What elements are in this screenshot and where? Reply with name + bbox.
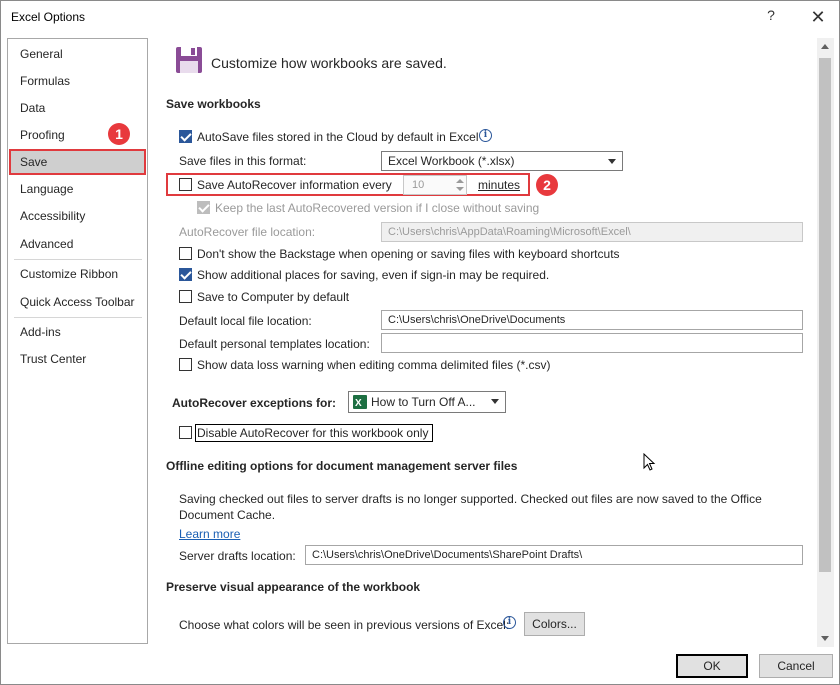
autorecover-minutes-stepper[interactable]: 10: [403, 175, 467, 195]
help-icon[interactable]: ?: [763, 7, 779, 27]
chevron-down-icon[interactable]: [456, 187, 464, 191]
keep-last-version-checkbox[interactable]: [197, 201, 210, 214]
content-scrollbar[interactable]: [817, 38, 834, 647]
sidebar-item-advanced[interactable]: Advanced: [9, 231, 146, 257]
sidebar-item-data[interactable]: Data: [9, 95, 146, 121]
default-local-location-label: Default local file location:: [179, 314, 312, 328]
scroll-up-icon[interactable]: [821, 44, 829, 49]
info-icon[interactable]: i: [503, 616, 516, 629]
chevron-down-icon: [608, 159, 616, 164]
save-format-label: Save files in this format:: [179, 154, 307, 168]
section-title-preserve-appearance: Preserve visual appearance of the workbo…: [166, 580, 421, 594]
autorecover-location-label: AutoRecover file location:: [179, 225, 316, 239]
cancel-button[interactable]: Cancel: [759, 654, 833, 678]
sidebar-item-add-ins[interactable]: Add-ins: [9, 319, 146, 345]
colors-label: Choose what colors will be seen in previ…: [179, 618, 510, 632]
sidebar-item-customize-ribbon[interactable]: Customize Ribbon: [9, 261, 146, 287]
autosave-label: AutoSave files stored in the Cloud by de…: [197, 130, 479, 144]
colors-button[interactable]: Colors...: [524, 612, 585, 636]
close-icon[interactable]: ✕: [804, 4, 832, 30]
chevron-up-icon[interactable]: [456, 179, 464, 183]
scroll-down-icon[interactable]: [821, 636, 829, 641]
floppy-disk-icon: [176, 47, 202, 73]
sidebar-item-language[interactable]: Language: [9, 176, 146, 202]
annotation-badge-1: 1: [108, 123, 130, 145]
default-local-location-input[interactable]: C:\Users\chris\OneDrive\Documents: [381, 310, 803, 330]
mouse-cursor-icon: [643, 453, 656, 471]
backstage-label: Don't show the Backstage when opening or…: [197, 247, 620, 261]
section-title-autorecover-exceptions: AutoRecover exceptions for:: [172, 396, 337, 410]
section-title-offline-editing: Offline editing options for document man…: [166, 459, 518, 473]
autorecover-location-input[interactable]: C:\Users\chris\AppData\Roaming\Microsoft…: [381, 222, 803, 242]
ok-button[interactable]: OK: [676, 654, 748, 678]
chevron-down-icon: [491, 399, 499, 404]
save-format-value: Excel Workbook (*.xlsx): [388, 154, 515, 168]
sidebar-item-formulas[interactable]: Formulas: [9, 68, 146, 94]
disable-autorecover-label: Disable AutoRecover for this workbook on…: [197, 426, 429, 440]
save-to-computer-checkbox[interactable]: [179, 290, 192, 303]
save-format-select[interactable]: Excel Workbook (*.xlsx): [381, 151, 623, 171]
autorecover-label: Save AutoRecover information every: [197, 178, 392, 192]
learn-more-link[interactable]: Learn more: [179, 527, 240, 541]
excel-options-dialog: Excel Options ? ✕ General Formulas Data …: [0, 0, 840, 685]
info-icon[interactable]: i: [479, 129, 492, 142]
backstage-checkbox[interactable]: [179, 247, 192, 260]
autorecover-checkbox[interactable]: [179, 178, 192, 191]
offline-description-line1: Saving checked out files to server draft…: [179, 492, 762, 506]
excel-workbook-icon: X: [353, 395, 367, 409]
autorecover-minutes-value: 10: [412, 179, 425, 191]
disable-autorecover-checkbox[interactable]: [179, 426, 192, 439]
scrollbar-thumb[interactable]: [819, 58, 831, 572]
sidebar-item-trust-center[interactable]: Trust Center: [9, 346, 146, 372]
main-content: Customize how workbooks are saved. Save …: [149, 38, 817, 646]
page-header: Customize how workbooks are saved.: [211, 55, 447, 71]
autorecover-workbook-select[interactable]: X How to Turn Off A...: [348, 391, 506, 413]
server-drafts-location-label: Server drafts location:: [179, 549, 296, 563]
sidebar-divider: [14, 317, 142, 318]
title-bar: Excel Options ? ✕: [1, 1, 839, 33]
sidebar-item-save[interactable]: Save: [9, 149, 146, 175]
sidebar-item-general[interactable]: General: [9, 41, 146, 67]
offline-description-line2: Document Cache.: [179, 508, 276, 522]
autosave-checkbox[interactable]: [179, 130, 192, 143]
sidebar-item-quick-access-toolbar[interactable]: Quick Access Toolbar: [9, 289, 146, 315]
additional-places-checkbox[interactable]: [179, 268, 192, 281]
data-loss-warning-label: Show data loss warning when editing comm…: [197, 358, 551, 372]
additional-places-label: Show additional places for saving, even …: [197, 268, 550, 282]
data-loss-warning-checkbox[interactable]: [179, 358, 192, 371]
svg-text:X: X: [355, 398, 362, 409]
section-title-save-workbooks: Save workbooks: [166, 97, 261, 111]
autorecover-workbook-value: How to Turn Off A...: [371, 395, 476, 409]
save-to-computer-label: Save to Computer by default: [197, 290, 350, 304]
default-templates-location-label: Default personal templates location:: [179, 337, 370, 351]
minutes-label: minutes: [478, 178, 521, 192]
sidebar-divider: [14, 259, 142, 260]
keep-last-version-label: Keep the last AutoRecovered version if I…: [215, 201, 540, 215]
default-templates-location-input[interactable]: [381, 333, 803, 353]
sidebar-item-accessibility[interactable]: Accessibility: [9, 203, 146, 229]
window-title: Excel Options: [11, 10, 86, 24]
annotation-badge-2: 2: [536, 174, 558, 196]
server-drafts-location-input[interactable]: C:\Users\chris\OneDrive\Documents\ShareP…: [305, 545, 803, 565]
